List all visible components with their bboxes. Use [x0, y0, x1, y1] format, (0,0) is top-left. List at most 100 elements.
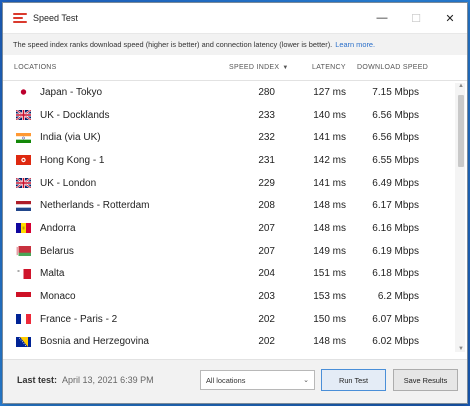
scroll-down-icon[interactable]: ▼ [458, 346, 464, 352]
speed-index-value: 207 [258, 222, 275, 234]
sort-descending-icon: ▼ [282, 64, 289, 71]
locations-column-header[interactable]: LOCATIONS [14, 64, 57, 71]
speed-index-value: 202 [258, 313, 275, 325]
speed-index-value: 203 [258, 291, 275, 303]
malta-flag-icon [16, 268, 31, 279]
download-speed-value: 6.16 Mbps [372, 222, 419, 234]
speed-index-value: 231 [258, 154, 275, 166]
download-speed-value: 7.15 Mbps [372, 86, 419, 98]
latency-value: 142 ms [313, 154, 346, 166]
latency-value: 141 ms [313, 132, 346, 144]
uk-flag-icon [16, 178, 31, 189]
table-row[interactable]: Malta 204 151 ms 6.18 Mbps [3, 263, 467, 286]
japan-flag-icon [16, 87, 31, 98]
bosnia-flag-icon [16, 336, 31, 347]
speed-index-value: 208 [258, 200, 275, 212]
title-bar: Speed Test — ☐ ✕ [3, 3, 467, 33]
latency-value: 148 ms [313, 336, 346, 348]
scrollbar-thumb[interactable] [458, 95, 464, 167]
latency-value: 153 ms [313, 291, 346, 303]
last-test-info: Last test: April 13, 2021 6:39 PM [17, 375, 154, 385]
location-filter-value: All locations [206, 375, 246, 385]
table-row[interactable]: Japan - Tokyo 280 127 ms 7.15 Mbps [3, 81, 467, 104]
table-row[interactable]: India (via UK) 232 141 ms 6.56 Mbps [3, 126, 467, 149]
monaco-flag-icon [16, 291, 31, 302]
location-name: Monaco [40, 291, 76, 303]
speed-index-value: 232 [258, 132, 275, 144]
scroll-up-icon[interactable]: ▲ [458, 83, 464, 89]
speed-index-value: 204 [258, 268, 275, 280]
location-name: Malta [40, 268, 65, 280]
download-speed-value: 6.19 Mbps [372, 245, 419, 257]
latency-value: 148 ms [313, 222, 346, 234]
latency-value: 141 ms [313, 177, 346, 189]
speed-index-value: 202 [258, 336, 275, 348]
chevron-down-icon: ⌄ [303, 377, 309, 384]
location-name: France - Paris - 2 [40, 313, 118, 325]
download-speed-value: 6.07 Mbps [372, 313, 419, 325]
table-row[interactable]: Netherlands - Rotterdam 208 148 ms 6.17 Mbp… [3, 194, 467, 217]
download-speed-column-header[interactable]: DOWNLOAD SPEED [357, 64, 428, 71]
location-name: Belarus [40, 245, 74, 257]
table-row[interactable]: Bosnia and Herzegovina 202 148 ms 6.02 Mbps [3, 331, 467, 354]
learn-more-link[interactable]: Learn more. [335, 40, 375, 49]
speed-index-column-label: SPEED INDEX [229, 64, 280, 71]
belarus-flag-icon [16, 246, 31, 257]
hong-kong-flag-icon [16, 155, 31, 166]
location-name: UK - London [40, 177, 97, 189]
close-button[interactable]: ✕ [433, 3, 467, 33]
table-row[interactable]: Andorra 207 148 ms 6.16 Mbps [3, 217, 467, 240]
table-row[interactable]: Monaco 203 153 ms 6.2 Mbps [3, 285, 467, 308]
andorra-flag-icon [16, 223, 31, 234]
speed-test-window: Speed Test — ☐ ✕ The speed index ranks d… [2, 2, 468, 404]
last-test-value: April 13, 2021 6:39 PM [62, 375, 154, 385]
speed-index-value: 280 [258, 86, 275, 98]
table-row[interactable]: Belarus 207 149 ms 6.19 Mbps [3, 240, 467, 263]
speed-index-column-header[interactable]: SPEED INDEX ▼ [229, 64, 289, 71]
latency-value: 151 ms [313, 268, 346, 280]
table-row[interactable]: Hong Kong - 1 231 142 ms 6.55 Mbps [3, 149, 467, 172]
download-speed-value: 6.17 Mbps [372, 200, 419, 212]
table-row[interactable]: UK - London 229 141 ms 6.49 Mbps [3, 172, 467, 195]
download-speed-value: 6.18 Mbps [372, 268, 419, 280]
column-header: LOCATIONS SPEED INDEX ▼ LATENCY DOWNLOAD… [3, 55, 467, 81]
speed-index-value: 229 [258, 177, 275, 189]
download-speed-value: 6.02 Mbps [372, 336, 419, 348]
download-speed-value: 6.56 Mbps [372, 109, 419, 121]
latency-value: 140 ms [313, 109, 346, 121]
location-name: UK - Docklands [40, 109, 110, 121]
latency-value: 148 ms [313, 200, 346, 212]
netherlands-flag-icon [16, 200, 31, 211]
uk-flag-icon [16, 110, 31, 121]
locations-list: Japan - Tokyo 280 127 ms 7.15 Mbps UK - Dock… [3, 81, 467, 354]
save-results-button[interactable]: Save Results [393, 369, 458, 391]
speed-index-value: 233 [258, 109, 275, 121]
location-name: Japan - Tokyo [40, 86, 103, 98]
download-speed-value: 6.49 Mbps [372, 177, 419, 189]
location-name: Bosnia and Herzegovina [40, 336, 149, 348]
speed-index-value: 207 [258, 245, 275, 257]
latency-column-header[interactable]: LATENCY [312, 64, 346, 71]
expressvpn-logo-icon [13, 13, 27, 23]
download-speed-value: 6.2 Mbps [377, 291, 419, 303]
india-flag-icon [16, 132, 31, 143]
info-bar: The speed index ranks download speed (hi… [3, 33, 467, 55]
latency-value: 127 ms [313, 86, 346, 98]
france-flag-icon [16, 314, 31, 325]
table-row[interactable]: France - Paris - 2 202 150 ms 6.07 Mbps [3, 308, 467, 331]
footer: Last test: April 13, 2021 6:39 PM All lo… [3, 359, 467, 403]
location-name: Hong Kong - 1 [40, 154, 105, 166]
location-filter-select[interactable]: All locations ⌄ [200, 370, 315, 390]
latency-value: 149 ms [313, 245, 346, 257]
maximize-button: ☐ [411, 12, 421, 25]
location-name: India (via UK) [40, 132, 101, 144]
window-title: Speed Test [33, 13, 78, 23]
last-test-label: Last test: [17, 375, 58, 385]
download-speed-value: 6.55 Mbps [372, 154, 419, 166]
table-row[interactable]: UK - Docklands 233 140 ms 6.56 Mbps [3, 104, 467, 127]
info-text: The speed index ranks download speed (hi… [13, 40, 333, 49]
download-speed-value: 6.56 Mbps [372, 132, 419, 144]
minimize-button[interactable]: — [365, 3, 399, 33]
location-name: Netherlands - Rotterdam [40, 200, 150, 212]
run-test-button[interactable]: Run Test [321, 369, 386, 391]
